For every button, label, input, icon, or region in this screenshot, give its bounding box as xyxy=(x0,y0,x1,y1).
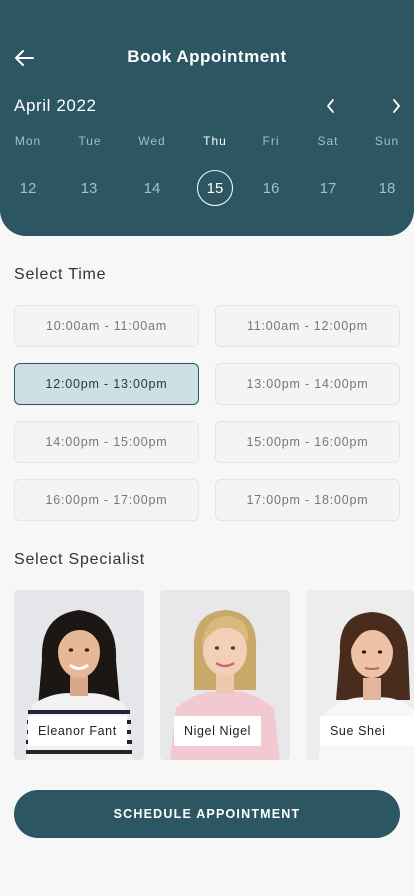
chevron-left-icon xyxy=(327,99,334,113)
date-15-selected[interactable]: 15 xyxy=(197,170,233,206)
specialist-card-nigel-nigel[interactable]: Nigel Nigel xyxy=(160,590,290,760)
weekday-sun: Sun xyxy=(374,134,400,148)
page-title: Book Appointment xyxy=(127,47,287,66)
chevron-right-icon xyxy=(393,99,400,113)
date-16[interactable]: 16 xyxy=(253,170,289,206)
date-13[interactable]: 13 xyxy=(71,170,107,206)
time-slot-12pm-selected[interactable]: 12:00pm - 13:00pm xyxy=(14,363,199,405)
specialist-name: Nigel Nigel xyxy=(174,716,262,746)
schedule-appointment-button[interactable]: SCHEDULE APPOINTMENT xyxy=(14,790,400,838)
book-appointment-screen: Book Appointment April 2022 Mon Tue Wed … xyxy=(0,0,414,896)
month-label: April 2022 xyxy=(14,96,97,115)
date-14[interactable]: 14 xyxy=(134,170,170,206)
date-18[interactable]: 18 xyxy=(369,170,405,206)
header: Book Appointment April 2022 Mon Tue Wed … xyxy=(0,0,414,236)
weekday-fri: Fri xyxy=(262,134,280,148)
weekday-thu: Thu xyxy=(203,134,227,148)
time-slot-14pm[interactable]: 14:00pm - 15:00pm xyxy=(14,421,199,463)
date-12[interactable]: 12 xyxy=(10,170,46,206)
specialist-name: Eleanor Fant xyxy=(28,716,127,746)
weekday-row: Mon Tue Wed Thu Fri Sat Sun xyxy=(0,134,414,164)
date-17[interactable]: 17 xyxy=(310,170,346,206)
time-slot-10am[interactable]: 10:00am - 11:00am xyxy=(14,305,199,347)
time-slot-11am[interactable]: 11:00am - 12:00pm xyxy=(215,305,400,347)
time-slot-13pm[interactable]: 13:00pm - 14:00pm xyxy=(215,363,400,405)
select-specialist-title: Select Specialist xyxy=(14,551,145,568)
previous-week-button[interactable] xyxy=(321,96,341,116)
time-slot-17pm[interactable]: 17:00pm - 18:00pm xyxy=(215,479,400,521)
specialist-card-sue-shei[interactable]: Sue Shei xyxy=(306,590,414,760)
time-slot-16pm[interactable]: 16:00pm - 17:00pm xyxy=(14,479,199,521)
time-slot-15pm[interactable]: 15:00pm - 16:00pm xyxy=(215,421,400,463)
weekday-sat: Sat xyxy=(317,134,339,148)
next-week-button[interactable] xyxy=(386,96,406,116)
select-time-title: Select Time xyxy=(14,266,107,283)
specialist-card-eleanor-fant[interactable]: Eleanor Fant xyxy=(14,590,144,760)
weekday-tue: Tue xyxy=(78,134,102,148)
weekday-wed: Wed xyxy=(138,134,166,148)
date-row: 12 13 14 15 16 17 18 xyxy=(0,170,414,206)
specialist-name: Sue Shei xyxy=(320,716,414,746)
weekday-mon: Mon xyxy=(14,134,42,148)
